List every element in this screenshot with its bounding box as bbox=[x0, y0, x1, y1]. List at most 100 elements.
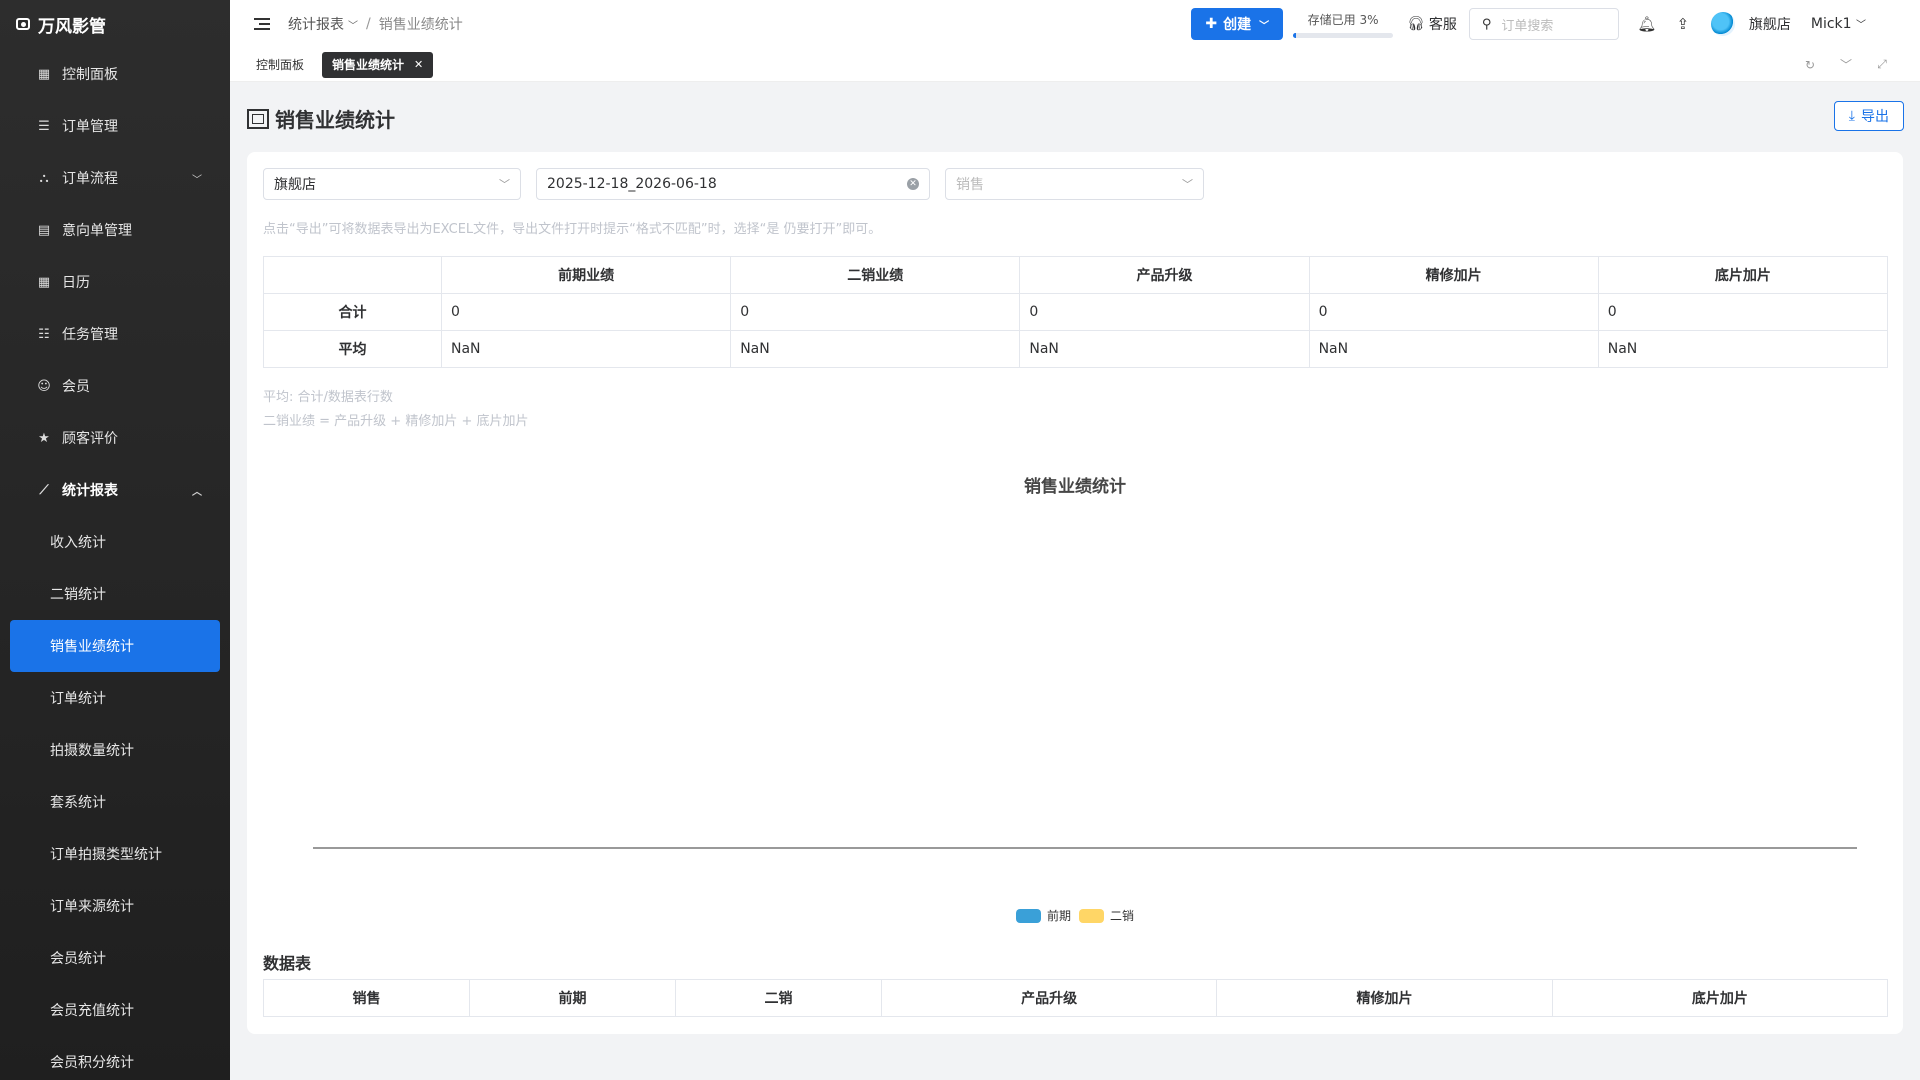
export-hint: 点击“导出”可将数据表导出为EXCEL文件，导出文件打开时提示“格式不匹配”时，… bbox=[263, 222, 882, 237]
bell-icon[interactable]: 🔔︎ bbox=[1633, 15, 1661, 33]
legend-item[interactable]: 前期 bbox=[1015, 907, 1071, 924]
sidebar-item[interactable]: ▦ 控制面板 bbox=[10, 48, 220, 100]
menu-fold-icon[interactable] bbox=[254, 18, 270, 30]
summary-table: 前期业绩 二销业绩 产品升级 精修加片 底片加片 合计 0 0 0 0 0 平均… bbox=[263, 256, 1889, 368]
sidebar-subitem-label: 订单统计 bbox=[50, 691, 106, 707]
tab-label: 控制面板 bbox=[256, 58, 305, 72]
breadcrumb-current: 销售业绩统计 bbox=[378, 17, 463, 33]
breadcrumb-parent[interactable]: 统计报表 bbox=[288, 14, 344, 34]
download-icon: ⤓ bbox=[1848, 108, 1855, 124]
sidebar: 万风影管 ▦ 控制面板 ☰ 订单管理 ⛬ 订单流程 ﹀ ▤ 意向单管理 ▦ 日历 ☷ 任务管理 ☺ 会员 ★ 顾… bbox=[0, 0, 230, 1080]
sidebar-item[interactable]: ⛬ 订单流程 ﹀ bbox=[10, 152, 220, 204]
storage-bar bbox=[1293, 32, 1394, 38]
sidebar-item[interactable]: ★ 顾客评价 bbox=[10, 412, 220, 464]
sidebar-subitem[interactable]: 订单拍摄类型统计 bbox=[10, 828, 220, 880]
date-range-picker[interactable]: 2025-12-18_2026-06-18 ✕ bbox=[536, 168, 930, 200]
chevron-down-icon: ﹀ bbox=[192, 174, 202, 186]
sidebar-subitem[interactable]: 订单来源统计 bbox=[10, 880, 220, 932]
table-cell: NaN bbox=[1019, 330, 1310, 368]
sidebar-item[interactable]: ⟋ 统计报表 ︿ bbox=[10, 464, 220, 516]
sidebar-subitem-label: 会员积分统计 bbox=[50, 1055, 134, 1071]
store-logo bbox=[1710, 12, 1735, 36]
sidebar-item[interactable]: ▦ 日历 bbox=[10, 256, 220, 308]
sidebar-subitem[interactable]: 会员统计 bbox=[10, 932, 220, 984]
sidebar-subitem[interactable]: 二销统计 bbox=[10, 568, 220, 620]
tab-sales-performance[interactable]: 销售业绩统计 ✕ bbox=[322, 51, 434, 78]
chevron-down-icon: ﹀ bbox=[1182, 178, 1193, 191]
flow-icon: ⛬ bbox=[39, 170, 49, 186]
legend-swatch bbox=[1015, 908, 1041, 923]
upload-icon[interactable]: ⇪ bbox=[1669, 15, 1697, 33]
data-col-header[interactable]: 产品升级 bbox=[880, 979, 1218, 1017]
order-search-input[interactable]: ⚲ 订单搜索 bbox=[1468, 8, 1619, 40]
sidebar-item[interactable]: ☷ 任务管理 bbox=[10, 308, 220, 360]
sales-select-placeholder: 销售 bbox=[956, 177, 984, 193]
brand-name: 万风影管 bbox=[38, 16, 106, 37]
data-col-header[interactable]: 底片加片 bbox=[1551, 979, 1889, 1017]
summary-col-header: 前期业绩 bbox=[440, 256, 732, 294]
search-placeholder: 订单搜索 bbox=[1501, 18, 1554, 34]
refresh-icon[interactable]: ↻ bbox=[1792, 58, 1828, 72]
data-col-header[interactable]: 二销 bbox=[675, 979, 882, 1017]
fullscreen-icon[interactable]: ⤢ bbox=[1864, 57, 1900, 72]
store-name[interactable]: 旗舰店 bbox=[1749, 14, 1791, 34]
user-icon: ☺ bbox=[37, 378, 51, 394]
sidebar-subitem[interactable]: 套系统计 bbox=[10, 776, 220, 828]
store-select[interactable]: 旗舰店 ﹀ bbox=[263, 168, 521, 200]
tab-label: 销售业绩统计 bbox=[332, 58, 405, 72]
sidebar-subitem[interactable]: 拍摄数量统计 bbox=[10, 724, 220, 776]
chevron-down-icon: ﹀ bbox=[1259, 20, 1270, 32]
table-cell: NaN bbox=[440, 330, 732, 368]
sidebar-subitem[interactable]: 订单统计 bbox=[10, 672, 220, 724]
data-col-header[interactable]: 前期 bbox=[469, 979, 676, 1017]
user-menu[interactable]: Mick1 ﹀ bbox=[1811, 16, 1866, 32]
sidebar-item[interactable]: ▤ 意向单管理 bbox=[10, 204, 220, 256]
chevron-down-icon[interactable]: ﹀ bbox=[1828, 56, 1864, 73]
summary-col-header: 二销业绩 bbox=[730, 256, 1021, 294]
sidebar-subitem[interactable]: 销售业绩统计 bbox=[10, 620, 220, 672]
data-table-title: 数据表 bbox=[263, 954, 312, 973]
sidebar-item[interactable]: ☰ 订单管理 bbox=[10, 100, 220, 152]
sidebar-subitem[interactable]: 会员积分统计 bbox=[10, 1036, 220, 1080]
data-col-header[interactable]: 精修加片 bbox=[1216, 979, 1553, 1017]
brand[interactable]: 万风影管 bbox=[0, 0, 230, 48]
screen-icon bbox=[247, 108, 269, 129]
summary-corner bbox=[263, 256, 442, 294]
chart-icon: ⟋ bbox=[39, 482, 49, 498]
sales-select[interactable]: 销售 ﹀ bbox=[945, 168, 1204, 200]
sidebar-item[interactable]: ☺ 会员 bbox=[10, 360, 220, 412]
customer-service-button[interactable]: 🎧︎ 客服 bbox=[1407, 14, 1457, 34]
sidebar-subitem-label: 套系统计 bbox=[50, 795, 106, 811]
summary-average-row: 平均 NaN NaN NaN NaN NaN bbox=[263, 330, 1889, 368]
close-icon[interactable]: ✕ bbox=[414, 58, 423, 71]
legend-label: 二销 bbox=[1110, 909, 1135, 923]
table-cell: 0 bbox=[730, 293, 1021, 331]
chart-legend: 前期 二销 bbox=[247, 907, 1903, 924]
create-button[interactable]: ✚ 创建 ﹀ bbox=[1191, 8, 1284, 40]
table-cell: NaN bbox=[1308, 330, 1599, 368]
page-title: 销售业绩统计 bbox=[247, 104, 395, 133]
task-icon: ☷ bbox=[38, 326, 50, 342]
data-table: 销售 前期 二销 产品升级 精修加片 底片加片 bbox=[263, 979, 1889, 1017]
sidebar-item-label: 控制面板 bbox=[62, 67, 118, 83]
sidebar-item-label: 订单管理 bbox=[62, 119, 118, 135]
tabs-bar: 控制面板 销售业绩统计 ✕ ↻ ﹀ ⤢ bbox=[230, 48, 1920, 82]
clear-icon[interactable]: ✕ bbox=[907, 178, 919, 190]
top-header: 统计报表 ﹀ / 销售业绩统计 ✚ 创建 ﹀ 存储已用 3% 🎧︎ 客服 ⚲ 订… bbox=[230, 0, 1920, 48]
list-icon: ☰ bbox=[38, 118, 50, 134]
average-note: 平均: 合计/数据表行数 bbox=[263, 390, 393, 405]
dashboard-icon: ▦ bbox=[37, 66, 51, 82]
tab-dashboard[interactable]: 控制面板 bbox=[246, 52, 314, 78]
table-cell: 0 bbox=[1019, 293, 1310, 331]
sidebar-subitem[interactable]: 收入统计 bbox=[10, 516, 220, 568]
row-label: 合计 bbox=[263, 293, 442, 331]
data-col-header[interactable]: 销售 bbox=[263, 979, 470, 1017]
legend-label: 前期 bbox=[1046, 909, 1071, 923]
sidebar-subitem[interactable]: 会员充值统计 bbox=[10, 984, 220, 1036]
storage-usage: 存储已用 3% bbox=[1293, 11, 1394, 38]
legend-item[interactable]: 二销 bbox=[1079, 907, 1134, 924]
export-button[interactable]: ⤓ 导出 bbox=[1833, 101, 1904, 131]
sidebar-item-label: 任务管理 bbox=[62, 327, 118, 343]
table-cell: NaN bbox=[1597, 330, 1889, 368]
chevron-up-icon: ︿ bbox=[192, 486, 202, 498]
